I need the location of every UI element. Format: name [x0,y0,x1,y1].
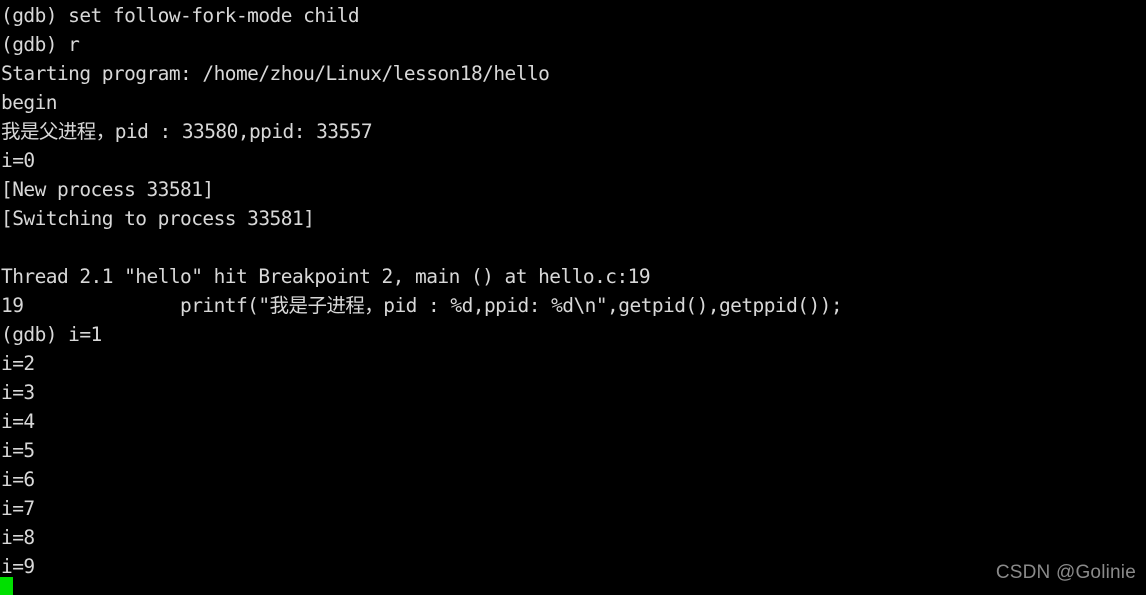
terminal-line: [New process 33581] [1,178,214,201]
terminal-line: Thread 2.1 "hello" hit Breakpoint 2, mai… [1,265,651,288]
terminal-line: i=3 [1,381,35,404]
terminal-output[interactable]: (gdb) set follow-fork-mode child (gdb) r… [0,0,1146,581]
terminal-line: i=7 [1,497,35,520]
terminal-line: i=8 [1,526,35,549]
terminal-line: 19 printf("我是子进程，pid : %d,ppid: %d\n",ge… [1,294,843,317]
terminal-line: i=6 [1,468,35,491]
block-cursor [0,577,13,595]
terminal-line: Starting program: /home/zhou/Linux/lesso… [1,62,550,85]
terminal-line: 我是父进程，pid : 33580,ppid: 33557 [1,120,373,143]
watermark-label: CSDN @Golinie [995,562,1136,583]
terminal-line: (gdb) set follow-fork-mode child [1,4,360,27]
terminal-line: i=2 [1,352,35,375]
terminal-line: i=0 [1,149,35,172]
terminal-line: begin [1,91,58,114]
terminal-line: [Switching to process 33581] [1,207,315,230]
terminal-line: i=4 [1,410,35,433]
terminal-window[interactable]: (gdb) set follow-fork-mode child (gdb) r… [0,0,1146,595]
terminal-line: i=5 [1,439,35,462]
terminal-line: (gdb) i=1 [1,323,102,346]
terminal-line: (gdb) r [1,33,80,56]
terminal-line: i=9 [1,555,35,578]
